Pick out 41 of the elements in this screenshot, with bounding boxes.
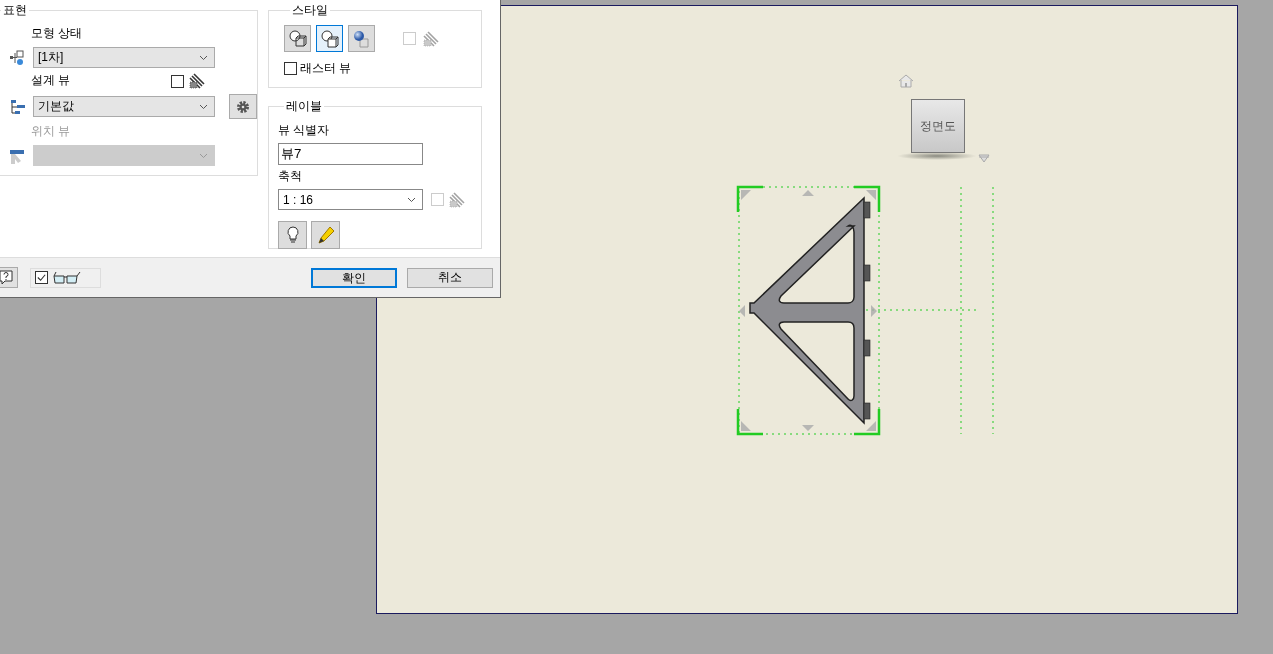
visibility-button[interactable] bbox=[278, 221, 307, 249]
raster-view-checkbox[interactable] bbox=[284, 62, 297, 75]
chevron-down-icon bbox=[199, 152, 208, 159]
chevron-down-icon bbox=[199, 103, 208, 110]
cancel-button[interactable]: 취소 bbox=[407, 267, 493, 288]
model-state-dropdown[interactable]: [1차] bbox=[33, 47, 215, 68]
view-identifier-field[interactable]: 뷰7 bbox=[278, 143, 423, 165]
chevron-down-icon bbox=[407, 196, 416, 203]
field-label: 위치 뷰 bbox=[30, 123, 72, 140]
settings-icon bbox=[236, 99, 250, 114]
field-label: 설계 뷰 bbox=[30, 72, 71, 89]
preview-checkbox[interactable] bbox=[35, 271, 48, 284]
style-button[interactable] bbox=[348, 25, 375, 52]
field-label: 모형 상태 bbox=[30, 25, 84, 42]
light-bulb-icon bbox=[286, 226, 299, 244]
shaded-icon bbox=[351, 28, 372, 49]
edit-label-button[interactable] bbox=[311, 221, 340, 249]
group-title: 표현 bbox=[2, 2, 28, 19]
pencil-icon bbox=[315, 225, 336, 245]
ok-button[interactable]: 확인 bbox=[311, 267, 397, 288]
help-button[interactable] bbox=[0, 267, 18, 288]
field-label: 축척 bbox=[278, 168, 303, 185]
help-icon bbox=[0, 269, 13, 286]
glasses-icon bbox=[52, 270, 82, 285]
preview-toggle[interactable] bbox=[30, 267, 101, 288]
chevron-down-icon bbox=[199, 54, 208, 61]
view-cube[interactable]: 정면도 bbox=[911, 99, 965, 153]
group-title: 스타일 bbox=[291, 2, 329, 19]
group-title: 레이블 bbox=[285, 98, 323, 115]
design-view-dropdown[interactable]: 기본값 bbox=[33, 96, 215, 117]
style-button[interactable] bbox=[284, 25, 311, 52]
field-label: 뷰 식별자 bbox=[278, 122, 331, 139]
hidden-lines-icon bbox=[287, 28, 308, 49]
style-button[interactable] bbox=[316, 25, 343, 52]
hidden-removed-icon bbox=[319, 28, 340, 49]
design-view-icon bbox=[9, 98, 27, 115]
scale-dropdown[interactable]: 1 : 16 bbox=[278, 189, 423, 210]
model-state-icon bbox=[9, 49, 27, 66]
checkbox-label: 래스터 뷰 bbox=[300, 60, 352, 77]
settings-button[interactable] bbox=[229, 94, 257, 119]
associative-checkbox[interactable] bbox=[171, 74, 184, 88]
